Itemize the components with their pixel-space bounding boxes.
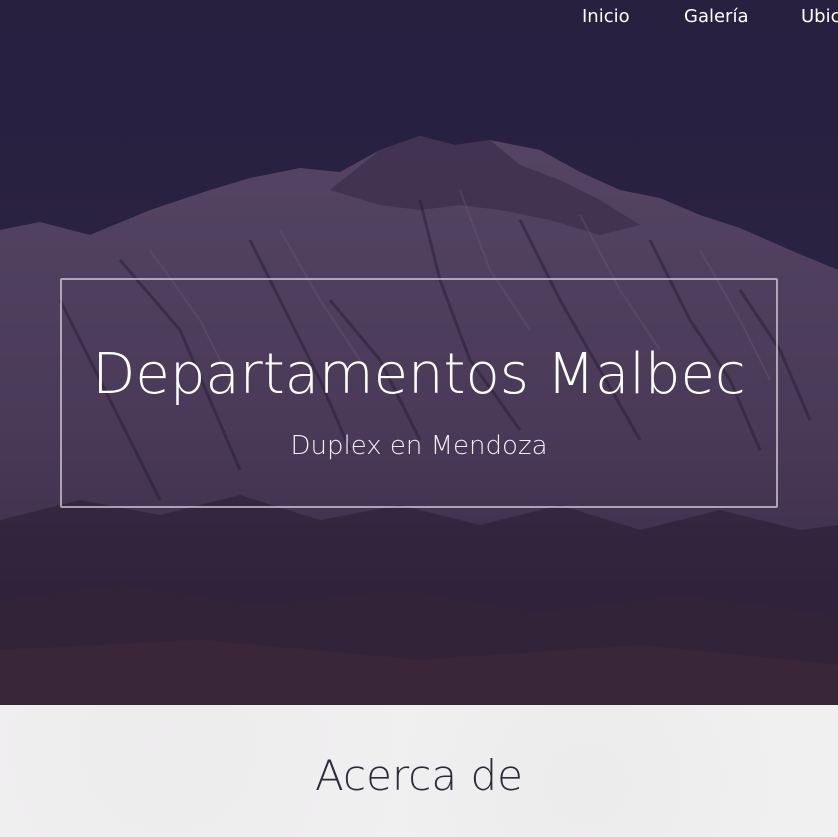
hero-title: Departamentos Malbec	[92, 342, 746, 407]
nav-item-galeria[interactable]: Galería	[684, 6, 749, 27]
page: Inicio Galería Ubic Departamentos Malbec…	[0, 0, 838, 837]
nav-item-inicio[interactable]: Inicio	[582, 6, 630, 27]
hero-section: Inicio Galería Ubic Departamentos Malbec…	[0, 0, 838, 705]
hero-subtitle: Duplex en Mendoza	[290, 431, 548, 461]
about-heading: Acerca de	[315, 751, 523, 800]
nav-item-ubicacion[interactable]: Ubic	[801, 6, 838, 27]
about-section: Acerca de	[0, 705, 838, 837]
hero-title-box: Departamentos Malbec Duplex en Mendoza	[60, 278, 778, 508]
top-navigation: Inicio Galería Ubic	[0, 0, 838, 36]
